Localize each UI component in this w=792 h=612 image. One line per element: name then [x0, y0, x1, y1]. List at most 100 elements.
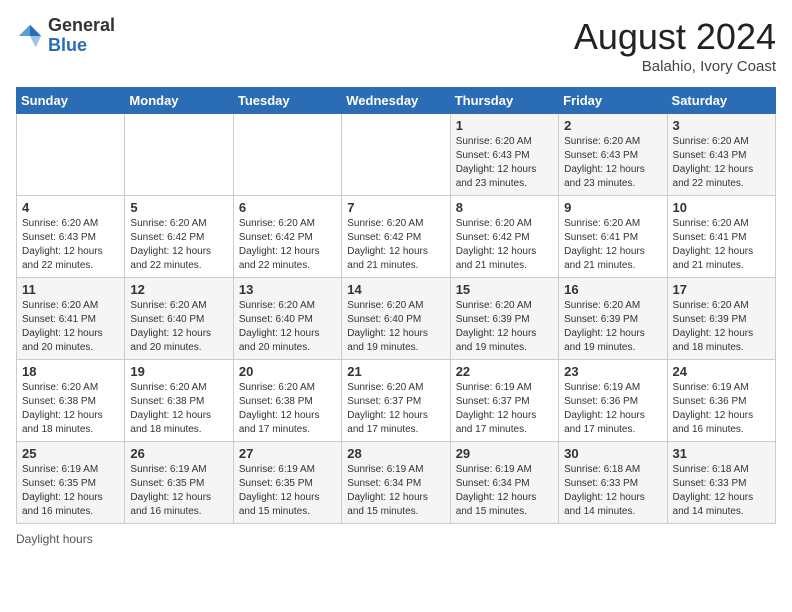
- day-number: 30: [564, 446, 661, 461]
- calendar-day-header: Thursday: [450, 88, 558, 114]
- day-number: 26: [130, 446, 227, 461]
- day-info: Sunrise: 6:20 AM Sunset: 6:40 PM Dayligh…: [239, 299, 336, 355]
- day-number: 4: [22, 200, 119, 215]
- calendar-cell: 7 Sunrise: 6:20 AM Sunset: 6:42 PM Daylig…: [342, 196, 450, 278]
- logo-text: General Blue: [48, 16, 115, 56]
- calendar-cell: [125, 114, 233, 196]
- calendar-cell: 6 Sunrise: 6:20 AM Sunset: 6:42 PM Daylig…: [233, 196, 341, 278]
- calendar-cell: 30 Sunrise: 6:18 AM Sunset: 6:33 PM Dayli…: [559, 442, 667, 524]
- day-number: 20: [239, 364, 336, 379]
- calendar-cell: 9Sunrise: 6:20 AM Sunset: 6:41 PM Daylig…: [559, 196, 667, 278]
- calendar-cell: 12Sunrise: 6:20 AM Sunset: 6:40 PM Dayli…: [125, 278, 233, 360]
- day-info: Sunrise: 6:19 AM Sunset: 6:35 PM Dayligh…: [22, 463, 119, 519]
- day-number: 21: [347, 364, 444, 379]
- day-info: Sunrise: 6:19 AM Sunset: 6:34 PM Dayligh…: [347, 463, 444, 519]
- calendar-day-header: Wednesday: [342, 88, 450, 114]
- calendar-cell: 29Sunrise: 6:19 AM Sunset: 6:34 PM Dayli…: [450, 442, 558, 524]
- location: Balahio, Ivory Coast: [574, 58, 776, 75]
- day-info: Sunrise: 6:19 AM Sunset: 6:35 PM Dayligh…: [239, 463, 336, 519]
- day-number: 27: [239, 446, 336, 461]
- calendar-cell: [342, 114, 450, 196]
- day-info: Sunrise: 6:20 AM Sunset: 6:39 PM Dayligh…: [564, 299, 661, 355]
- day-info: Sunrise: 6:20 AM Sunset: 6:43 PM Dayligh…: [456, 135, 553, 191]
- calendar-cell: [233, 114, 341, 196]
- day-number: 8: [456, 200, 553, 215]
- page-header: General Blue August 2024 Balahio, Ivory …: [16, 16, 776, 75]
- day-info: Sunrise: 6:20 AM Sunset: 6:38 PM Dayligh…: [22, 381, 119, 437]
- day-info: Sunrise: 6:18 AM Sunset: 6:33 PM Dayligh…: [564, 463, 661, 519]
- month-year: August 2024: [574, 16, 776, 58]
- day-info: Sunrise: 6:19 AM Sunset: 6:37 PM Dayligh…: [456, 381, 553, 437]
- day-number: 6: [239, 200, 336, 215]
- day-info: Sunrise: 6:20 AM Sunset: 6:43 PM Dayligh…: [22, 217, 119, 273]
- day-number: 1: [456, 118, 553, 133]
- calendar-footer: Daylight hours: [16, 532, 776, 546]
- day-info: Sunrise: 6:19 AM Sunset: 6:35 PM Dayligh…: [130, 463, 227, 519]
- day-info: Sunrise: 6:20 AM Sunset: 6:41 PM Dayligh…: [22, 299, 119, 355]
- day-info: Sunrise: 6:19 AM Sunset: 6:34 PM Dayligh…: [456, 463, 553, 519]
- calendar-cell: 14Sunrise: 6:20 AM Sunset: 6:40 PM Dayli…: [342, 278, 450, 360]
- logo: General Blue: [16, 16, 115, 56]
- calendar-header-row: SundayMondayTuesdayWednesdayThursdayFrid…: [17, 88, 776, 114]
- day-number: 24: [673, 364, 770, 379]
- calendar-cell: 16 Sunrise: 6:20 AM Sunset: 6:39 PM Dayli…: [559, 278, 667, 360]
- day-info: Sunrise: 6:20 AM Sunset: 6:39 PM Dayligh…: [456, 299, 553, 355]
- title-block: August 2024 Balahio, Ivory Coast: [574, 16, 776, 75]
- calendar-cell: 27 Sunrise: 6:19 AM Sunset: 6:35 PM Dayli…: [233, 442, 341, 524]
- logo-blue: Blue: [48, 36, 115, 56]
- calendar-cell: 13Sunrise: 6:20 AM Sunset: 6:40 PM Dayli…: [233, 278, 341, 360]
- calendar-week-row: 1 Sunrise: 6:20 AM Sunset: 6:43 PM Daylig…: [17, 114, 776, 196]
- calendar-day-header: Monday: [125, 88, 233, 114]
- calendar-cell: 26 Sunrise: 6:19 AM Sunset: 6:35 PM Dayli…: [125, 442, 233, 524]
- day-number: 15: [456, 282, 553, 297]
- day-number: 28: [347, 446, 444, 461]
- calendar-cell: 24Sunrise: 6:19 AM Sunset: 6:36 PM Dayli…: [667, 360, 775, 442]
- calendar-cell: 8 Sunrise: 6:20 AM Sunset: 6:42 PM Daylig…: [450, 196, 558, 278]
- day-info: Sunrise: 6:20 AM Sunset: 6:42 PM Dayligh…: [239, 217, 336, 273]
- day-number: 2: [564, 118, 661, 133]
- calendar-cell: 17Sunrise: 6:20 AM Sunset: 6:39 PM Dayli…: [667, 278, 775, 360]
- calendar-cell: 4 Sunrise: 6:20 AM Sunset: 6:43 PM Daylig…: [17, 196, 125, 278]
- day-info: Sunrise: 6:19 AM Sunset: 6:36 PM Dayligh…: [564, 381, 661, 437]
- calendar-cell: 22Sunrise: 6:19 AM Sunset: 6:37 PM Dayli…: [450, 360, 558, 442]
- calendar-cell: 2Sunrise: 6:20 AM Sunset: 6:43 PM Daylig…: [559, 114, 667, 196]
- calendar-cell: 23Sunrise: 6:19 AM Sunset: 6:36 PM Dayli…: [559, 360, 667, 442]
- calendar-week-row: 4 Sunrise: 6:20 AM Sunset: 6:43 PM Daylig…: [17, 196, 776, 278]
- calendar-week-row: 18Sunrise: 6:20 AM Sunset: 6:38 PM Dayli…: [17, 360, 776, 442]
- day-info: Sunrise: 6:20 AM Sunset: 6:42 PM Dayligh…: [456, 217, 553, 273]
- day-number: 19: [130, 364, 227, 379]
- daylight-label: Daylight hours: [16, 532, 93, 546]
- calendar-cell: 21Sunrise: 6:20 AM Sunset: 6:37 PM Dayli…: [342, 360, 450, 442]
- logo-general: General: [48, 16, 115, 36]
- calendar-cell: 31 Sunrise: 6:18 AM Sunset: 6:33 PM Dayli…: [667, 442, 775, 524]
- day-info: Sunrise: 6:20 AM Sunset: 6:42 PM Dayligh…: [347, 217, 444, 273]
- day-number: 16: [564, 282, 661, 297]
- calendar-cell: 3Sunrise: 6:20 AM Sunset: 6:43 PM Daylig…: [667, 114, 775, 196]
- day-info: Sunrise: 6:20 AM Sunset: 6:40 PM Dayligh…: [347, 299, 444, 355]
- calendar-cell: 20 Sunrise: 6:20 AM Sunset: 6:38 PM Dayli…: [233, 360, 341, 442]
- day-number: 25: [22, 446, 119, 461]
- calendar-week-row: 25 Sunrise: 6:19 AM Sunset: 6:35 PM Dayli…: [17, 442, 776, 524]
- day-info: Sunrise: 6:18 AM Sunset: 6:33 PM Dayligh…: [673, 463, 770, 519]
- logo-icon: [16, 22, 44, 50]
- day-number: 10: [673, 200, 770, 215]
- calendar-cell: 1 Sunrise: 6:20 AM Sunset: 6:43 PM Daylig…: [450, 114, 558, 196]
- day-info: Sunrise: 6:20 AM Sunset: 6:40 PM Dayligh…: [130, 299, 227, 355]
- calendar-cell: [17, 114, 125, 196]
- calendar-cell: 11 Sunrise: 6:20 AM Sunset: 6:41 PM Dayli…: [17, 278, 125, 360]
- day-info: Sunrise: 6:20 AM Sunset: 6:42 PM Dayligh…: [130, 217, 227, 273]
- calendar-week-row: 11 Sunrise: 6:20 AM Sunset: 6:41 PM Dayli…: [17, 278, 776, 360]
- day-number: 5: [130, 200, 227, 215]
- calendar-day-header: Sunday: [17, 88, 125, 114]
- day-info: Sunrise: 6:20 AM Sunset: 6:38 PM Dayligh…: [239, 381, 336, 437]
- calendar-cell: 15 Sunrise: 6:20 AM Sunset: 6:39 PM Dayli…: [450, 278, 558, 360]
- calendar-table: SundayMondayTuesdayWednesdayThursdayFrid…: [16, 87, 776, 524]
- day-info: Sunrise: 6:20 AM Sunset: 6:43 PM Dayligh…: [673, 135, 770, 191]
- day-number: 31: [673, 446, 770, 461]
- calendar-cell: 19Sunrise: 6:20 AM Sunset: 6:38 PM Dayli…: [125, 360, 233, 442]
- calendar-cell: 28 Sunrise: 6:19 AM Sunset: 6:34 PM Dayli…: [342, 442, 450, 524]
- day-number: 7: [347, 200, 444, 215]
- day-number: 17: [673, 282, 770, 297]
- day-number: 11: [22, 282, 119, 297]
- calendar-day-header: Tuesday: [233, 88, 341, 114]
